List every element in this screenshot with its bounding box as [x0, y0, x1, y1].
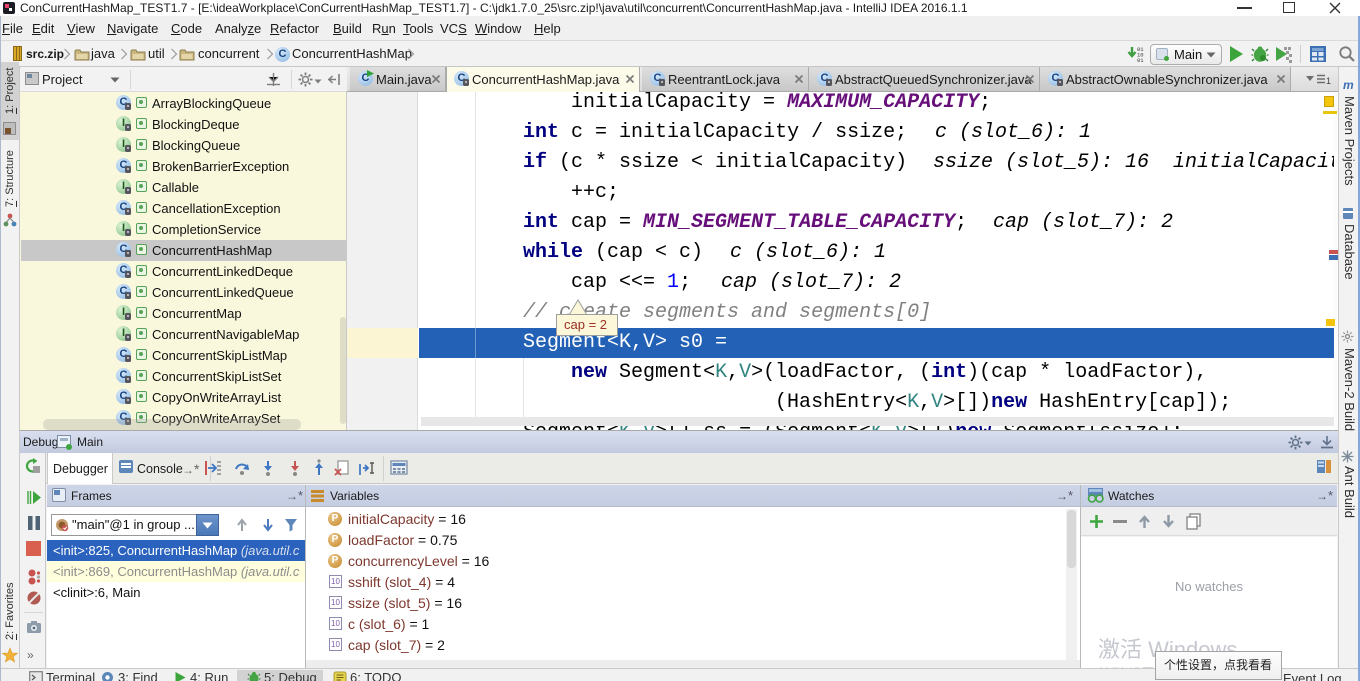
svg-text:1: 1	[1326, 76, 1331, 86]
svg-text:01: 01	[1137, 57, 1144, 63]
